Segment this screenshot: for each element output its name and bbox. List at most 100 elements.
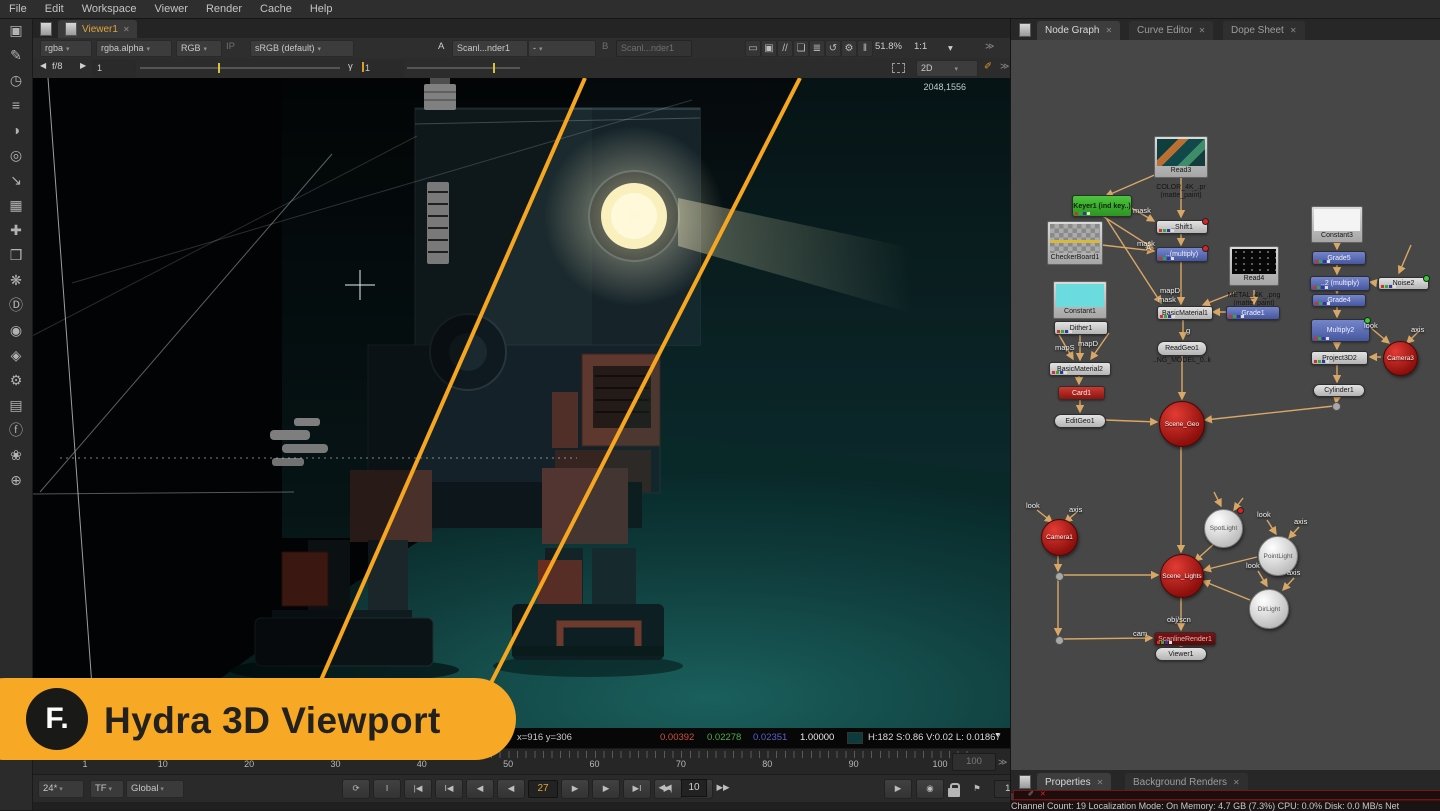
progress-pen-icon[interactable]: ✐ — [1028, 792, 1034, 798]
gamma-slider-handle[interactable] — [493, 63, 495, 73]
toolbar-overflow-icon[interactable]: ≫ — [985, 41, 994, 52]
node-graph-canvas[interactable]: Read3COLOR_4K_.pr(matte_paint) Keyer1 (in… — [1011, 40, 1440, 770]
node-merge1[interactable]: ..(multiply) — [1156, 247, 1208, 262]
draw-icon[interactable]: ✎ — [0, 43, 32, 68]
menu-render[interactable]: Render — [197, 3, 251, 15]
node-merge2[interactable]: ..2 (multiply) — [1310, 276, 1370, 291]
node-noise2[interactable]: Noise2 — [1378, 277, 1429, 290]
next-keyframe-button[interactable]: ▶I — [623, 779, 651, 799]
pause-icon[interactable]: ‖ — [857, 40, 873, 57]
close-icon[interactable]: ✕ — [1233, 778, 1240, 787]
panel-menu-icon[interactable] — [40, 22, 52, 36]
menu-workspace[interactable]: Workspace — [73, 3, 146, 15]
input-a-select[interactable]: Scanl...nder1 — [452, 40, 528, 57]
node-basicmaterial1[interactable]: BasicMaterial1 — [1157, 306, 1213, 320]
step-forward-button[interactable]: ▶ — [592, 779, 620, 799]
current-frame-field[interactable]: 27 — [528, 780, 558, 798]
gamma-slider[interactable] — [407, 67, 520, 69]
menu-edit[interactable]: Edit — [36, 3, 73, 15]
node-read4[interactable]: Read4METAL_4K_.png(matte_paint) — [1229, 246, 1279, 286]
gamma-field[interactable]: 1 — [360, 60, 404, 77]
particles-icon[interactable]: ❋ — [0, 268, 32, 293]
flipbook-play-icon[interactable]: ▶ — [884, 779, 912, 799]
input-b-select[interactable]: Scanl...nder1 — [616, 40, 692, 57]
node-cylinder1[interactable]: Cylinder1 — [1313, 384, 1365, 397]
transform-icon[interactable]: ✚ — [0, 218, 32, 243]
edge-elbow-dot[interactable] — [1055, 572, 1064, 581]
node-camera1[interactable]: Camera1 — [1041, 519, 1078, 556]
image-icon[interactable]: ▣ — [0, 18, 32, 43]
ocio-icon[interactable]: ❀ — [0, 443, 32, 468]
gain-slider-handle[interactable] — [218, 63, 220, 73]
node-basicmaterial2[interactable]: BasicMaterial2 — [1049, 362, 1111, 376]
edge-elbow-dot[interactable] — [1332, 402, 1341, 411]
wipe-icon[interactable]: // — [777, 40, 793, 57]
node-camera3[interactable]: Camera3 — [1383, 341, 1418, 376]
display-channel-select[interactable]: RGB▾ — [176, 40, 222, 57]
ruler-overflow-icon[interactable]: ≫ — [998, 757, 1007, 768]
node-scene_geo[interactable]: Scene_Geo — [1159, 401, 1205, 447]
node-grade4[interactable]: Grade4 — [1312, 294, 1366, 307]
node-spotlight[interactable]: SpotLight — [1204, 509, 1243, 548]
input-process-toggle[interactable]: IP — [226, 41, 235, 52]
close-icon[interactable]: ✕ — [1199, 26, 1206, 35]
range-end-field-top[interactable]: 100 — [952, 753, 996, 771]
node-read3[interactable]: Read3COLOR_4K_.pr(matte_paint) — [1154, 136, 1208, 178]
panel-menu-icon[interactable] — [1019, 775, 1031, 789]
gain-next-icon[interactable]: ▶ — [80, 61, 86, 70]
panel-menu-icon[interactable] — [1019, 23, 1031, 37]
increment-back-button[interactable]: ◀◀ — [652, 779, 678, 797]
viewport-3d[interactable]: 2048,1556 — [32, 78, 1010, 728]
increment-field[interactable]: 10 — [681, 779, 707, 797]
close-icon[interactable]: ✕ — [1097, 778, 1104, 787]
toolsets-icon[interactable]: ⚙ — [0, 368, 32, 393]
tab-node-graph[interactable]: Node Graph✕ — [1037, 21, 1120, 40]
ab-blend-select[interactable]: -▾ — [528, 40, 596, 57]
readout-dropdown-icon[interactable]: ▼ — [994, 732, 1001, 739]
close-icon[interactable]: ✕ — [1105, 26, 1112, 35]
overlay-icon[interactable]: ❏ — [793, 40, 809, 57]
zoom-dropdown-icon[interactable]: ▾ — [948, 43, 953, 54]
filter-icon[interactable]: ◎ — [0, 143, 32, 168]
play-backward-button[interactable]: ◀ — [466, 779, 494, 799]
lock-range-icon[interactable] — [948, 788, 960, 797]
fps-select[interactable]: 24* ▾ — [38, 780, 84, 798]
3d-icon[interactable]: ❒ — [0, 243, 32, 268]
gain-prev-icon[interactable]: ◀ — [40, 61, 46, 70]
proxy-gear-icon[interactable]: ⚙ — [841, 40, 857, 57]
edge-elbow-dot[interactable] — [1055, 636, 1064, 645]
wipe-handle-icon[interactable]: ✐ — [984, 61, 992, 72]
node-constant1[interactable]: Constant1 — [1053, 281, 1107, 319]
node-grade5[interactable]: Grade5 — [1312, 251, 1366, 265]
play-forward-button[interactable]: ▶ — [561, 779, 589, 799]
assist-icon[interactable]: ⊕ — [0, 468, 32, 493]
node-checkerboard1[interactable]: CheckerBoard1 — [1047, 221, 1103, 265]
tf-select[interactable]: TF ▾ — [90, 780, 124, 798]
channels-select[interactable]: rgba▾ — [40, 40, 92, 57]
pixel-aspect[interactable]: 1:1 — [914, 41, 927, 52]
toolbar2-overflow-icon[interactable]: ≫ — [1000, 61, 1009, 72]
loop-mode-button[interactable]: ⟳ — [342, 779, 370, 799]
prev-keyframe-button[interactable]: I◀ — [435, 779, 463, 799]
goto-start-button[interactable]: |◀ — [404, 779, 432, 799]
lut-select[interactable]: sRGB (default)▾ — [250, 40, 354, 57]
tab-curve-editor[interactable]: Curve Editor✕ — [1129, 21, 1213, 40]
node-readgeo1[interactable]: ReadGeo1..NG_MODEL_0..k — [1157, 341, 1207, 356]
node-editgeo1[interactable]: EditGeo1 — [1054, 414, 1106, 428]
menu-cache[interactable]: Cache — [251, 3, 301, 15]
refresh-icon[interactable]: ↺ — [825, 40, 841, 57]
node-dither1[interactable]: Dither1 — [1054, 321, 1108, 335]
progress-cancel-icon[interactable]: ✕ — [1040, 792, 1046, 798]
tab-viewer1[interactable]: Viewer1 ✕ — [58, 20, 137, 38]
metadata-icon[interactable]: ◈ — [0, 343, 32, 368]
field-lines-icon[interactable]: ≣ — [809, 40, 825, 57]
range-marker-button[interactable]: I — [373, 779, 401, 799]
range-mode-select[interactable]: Global ▾ — [126, 780, 184, 798]
view-mode-select[interactable]: 2D▾ — [916, 60, 978, 77]
node-scene_lights[interactable]: Scene_Lights — [1160, 554, 1204, 598]
node-card1[interactable]: Card1 — [1058, 386, 1105, 400]
node-keyer1[interactable]: Keyer1 (ind key..) — [1072, 195, 1132, 217]
flag-icon[interactable]: ⚑ — [964, 780, 990, 798]
flipbook-render-icon[interactable]: ◉ — [916, 779, 944, 799]
node-scanlinerender1[interactable]: ScanlineRender1 — [1154, 632, 1216, 646]
